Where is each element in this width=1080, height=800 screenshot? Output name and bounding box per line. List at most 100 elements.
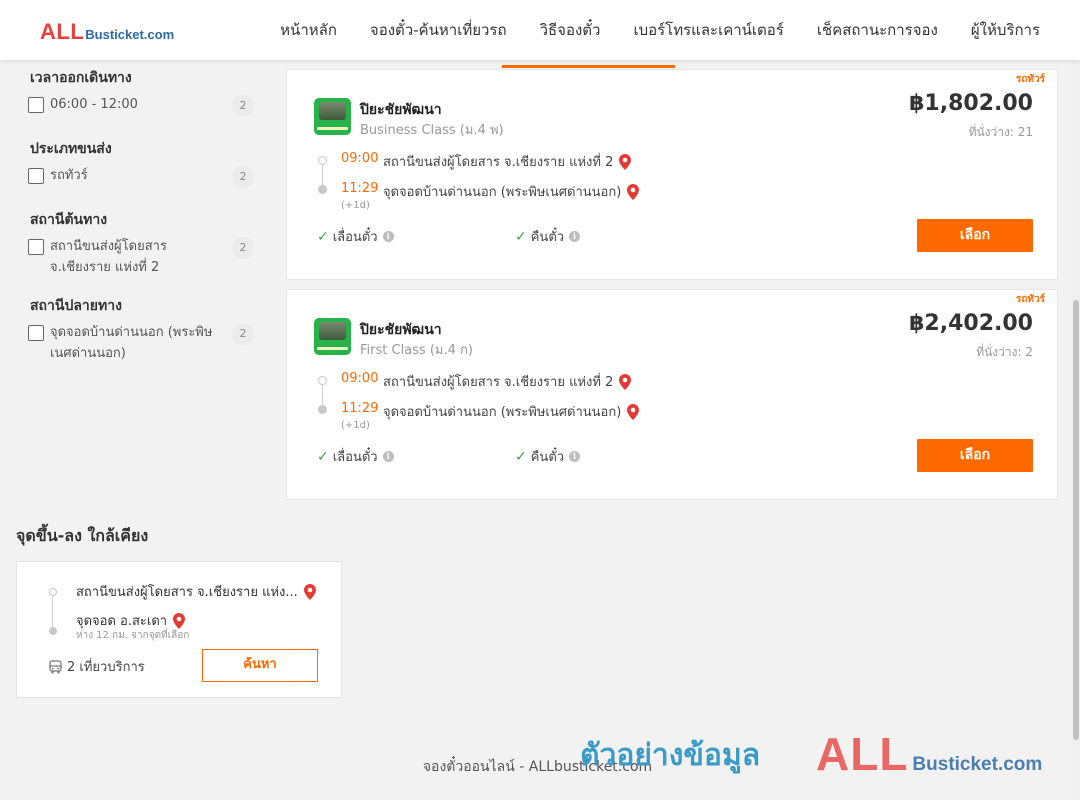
site-logo[interactable]: ALL Busticket.com — [40, 19, 174, 45]
nav-operators[interactable]: ผู้ให้บริการ — [971, 18, 1040, 42]
arrival-station: จุดจอดบ้านด่านนอก (พระพิษเนศด่านนอก) — [383, 401, 640, 422]
map-pin-icon[interactable] — [627, 403, 640, 420]
map-pin-icon[interactable] — [303, 583, 316, 600]
watermark-logo-rest: Busticket.com — [912, 754, 1043, 775]
bus-icon — [49, 659, 62, 673]
map-pin-icon[interactable] — [173, 612, 186, 629]
nearby-distance: ห่าง 12 กม. จากจุดที่เลือก — [76, 630, 190, 641]
info-icon[interactable]: i — [382, 451, 394, 462]
arrival-time: 11:29 — [341, 401, 379, 416]
filter-option-label: สถานีขนส่งผู้โดยสาร จ.เชียงราย แห่งที่ 2 — [50, 239, 167, 275]
checkbox[interactable] — [28, 239, 44, 255]
checkbox[interactable] — [28, 168, 44, 184]
nav-book-search[interactable]: จองตั๋ว-ค้นหาเที่ยวรถ — [370, 18, 507, 42]
checkbox[interactable] — [28, 97, 44, 113]
trip-price: ฿2,402.00 — [909, 311, 1033, 336]
operator-name: ปิยะชัยพัฒนา — [360, 102, 442, 118]
timeline-start-dot — [49, 588, 57, 596]
timeline-start-dot — [318, 156, 327, 165]
active-tab-indicator — [502, 65, 675, 68]
feature-refund: ✓ คืนตั๋ว i — [515, 226, 581, 247]
nearby-origin-label: สถานีขนส่งผู้โดยสาร จ.เชียงราย แห่ง... — [76, 585, 298, 600]
trip-card: รถทัวร์ ปิยะชัยพัฒนา First Class (ม.4 ก)… — [286, 289, 1058, 500]
info-icon[interactable]: i — [569, 451, 581, 462]
filter-option-departure-time[interactable]: 06:00 - 12:00 2 — [28, 95, 254, 117]
check-icon: ✓ — [317, 228, 329, 245]
filter-option-destination[interactable]: จุดจอดบ้านด่านนอก (พระพิษเนศด่านนอก) 2 — [28, 323, 254, 364]
departure-station: สถานีขนส่งผู้โดยสาร จ.เชียงราย แห่งที่ 2 — [383, 151, 632, 172]
map-pin-icon[interactable] — [619, 153, 632, 170]
watermark-logo: ALL Busticket.com — [816, 727, 1042, 781]
nearby-trip-count: 2 เที่ยวบริการ — [49, 656, 145, 677]
filter-option-label: จุดจอดบ้านด่านนอก (พระพิษเนศด่านนอก) — [50, 325, 213, 361]
timeline-end-dot — [318, 185, 327, 194]
departure-time: 09:00 — [341, 371, 379, 386]
nearby-trip-count-label: 2 เที่ยวบริการ — [67, 660, 145, 675]
select-trip-button[interactable]: เลือก — [917, 439, 1033, 472]
main-nav: หน้าหลัก จองตั๋ว-ค้นหาเที่ยวรถ วิธีจองตั… — [247, 0, 1040, 60]
departure-station-label: สถานีขนส่งผู้โดยสาร จ.เชียงราย แห่งที่ 2 — [383, 155, 614, 170]
filter-count-badge: 2 — [232, 323, 254, 345]
map-pin-icon[interactable] — [627, 183, 640, 200]
trip-card: รถทัวร์ ปิยะชัยพัฒนา Business Class (ม.4… — [286, 69, 1058, 280]
map-pin-icon[interactable] — [619, 373, 632, 390]
feature-refund: ✓ คืนตั๋ว i — [515, 446, 581, 467]
info-icon[interactable]: i — [382, 231, 394, 242]
arrival-station-label: จุดจอดบ้านด่านนอก (พระพิษเนศด่านนอก) — [383, 185, 622, 200]
filter-option-origin[interactable]: สถานีขนส่งผู้โดยสาร จ.เชียงราย แห่งที่ 2… — [28, 237, 254, 278]
operator-logo — [314, 98, 351, 135]
timeline-end-dot — [318, 405, 327, 414]
timeline-line — [322, 165, 323, 186]
operator-logo — [314, 318, 351, 355]
filter-option-label: รถทัวร์ — [50, 168, 88, 183]
departure-station-label: สถานีขนส่งผู้โดยสาร จ.เชียงราย แห่งที่ 2 — [383, 375, 614, 390]
feature-reschedule: ✓ เลื่อนตั๋ว i — [317, 446, 394, 467]
arrival-station-label: จุดจอดบ้านด่านนอก (พระพิษเนศด่านนอก) — [383, 405, 622, 420]
filter-title-destination: สถานีปลายทาง — [30, 298, 122, 314]
timeline-line — [52, 596, 53, 628]
departure-time: 09:00 — [341, 151, 379, 166]
filter-title-departure-time: เวลาออกเดินทาง — [30, 70, 132, 86]
feature-label: เลื่อนตั๋ว — [332, 230, 378, 245]
filter-count-badge: 2 — [232, 237, 254, 259]
nav-phone-counters[interactable]: เบอร์โทรและเคาน์เตอร์ — [633, 18, 783, 42]
arrival-station: จุดจอดบ้านด่านนอก (พระพิษเนศด่านนอก) — [383, 181, 640, 202]
vehicle-type-tag: รถทัวร์ — [1015, 294, 1045, 305]
nearby-search-button[interactable]: ค้นหา — [202, 649, 318, 682]
feature-reschedule: ✓ เลื่อนตั๋ว i — [317, 226, 394, 247]
select-trip-button[interactable]: เลือก — [917, 219, 1033, 252]
logo-rest-text: Busticket.com — [85, 27, 175, 42]
vehicle-type-tag: รถทัวร์ — [1015, 74, 1045, 85]
feature-label: คืนตั๋ว — [530, 230, 565, 245]
feature-label: คืนตั๋ว — [530, 450, 565, 465]
watermark-text: ตัวอย่างข้อมูล — [580, 738, 761, 773]
service-class: First Class (ม.4 ก) — [360, 343, 473, 358]
check-icon: ✓ — [515, 228, 527, 245]
nearby-section-title: จุดขึ้น-ลง ใกล้เคียง — [16, 526, 149, 545]
service-class: Business Class (ม.4 พ) — [360, 123, 504, 138]
nav-how-to-book[interactable]: วิธีจองตั๋ว — [540, 18, 601, 42]
nav-check-booking[interactable]: เช็คสถานะการจอง — [817, 18, 938, 42]
info-icon[interactable]: i — [569, 231, 581, 242]
filter-option-vehicle-type[interactable]: รถทัวร์ 2 — [28, 166, 254, 188]
check-icon: ✓ — [515, 448, 527, 465]
nav-home[interactable]: หน้าหลัก — [280, 18, 337, 42]
filter-count-badge: 2 — [232, 95, 254, 117]
arrival-time: 11:29 — [341, 181, 379, 196]
nearby-route-card: สถานีขนส่งผู้โดยสาร จ.เชียงราย แห่ง... จ… — [16, 561, 342, 698]
timeline-line — [322, 385, 323, 406]
scrollbar-thumb[interactable] — [1073, 300, 1079, 740]
seats-available: ที่นั่งว่าง: 2 — [976, 345, 1033, 359]
check-icon: ✓ — [317, 448, 329, 465]
filter-title-origin: สถานีต้นทาง — [30, 212, 108, 228]
filter-option-label: 06:00 - 12:00 — [50, 97, 138, 112]
timeline-end-dot — [49, 627, 57, 635]
checkbox[interactable] — [28, 325, 44, 341]
filter-count-badge: 2 — [232, 166, 254, 188]
filter-title-vehicle-type: ประเภทขนส่ง — [30, 141, 112, 157]
nearby-origin: สถานีขนส่งผู้โดยสาร จ.เชียงราย แห่ง... — [76, 581, 336, 602]
next-day-marker: (+1d) — [341, 200, 370, 211]
next-day-marker: (+1d) — [341, 420, 370, 431]
seats-available: ที่นั่งว่าง: 21 — [968, 125, 1033, 139]
watermark-logo-all: ALL — [816, 728, 909, 780]
